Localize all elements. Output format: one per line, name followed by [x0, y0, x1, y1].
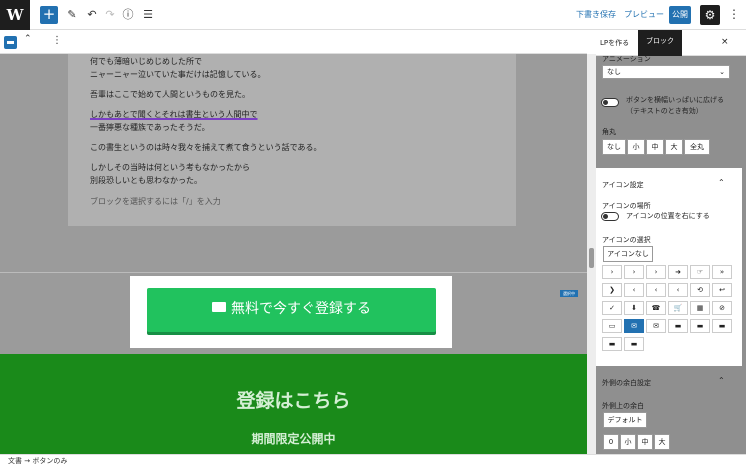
register-subheading: 期間限定公開中 [251, 432, 336, 446]
radius-medium-button[interactable]: 中 [646, 139, 664, 155]
icon-option[interactable]: ▬ [712, 319, 732, 333]
block-more-icon[interactable]: ⋮ [52, 35, 62, 46]
icon-option[interactable]: ☞ [690, 265, 710, 279]
close-icon[interactable]: × [721, 37, 729, 47]
margin-zero-button[interactable]: 0 [603, 434, 619, 450]
icon-option[interactable]: ❯ [602, 283, 622, 297]
mail-icon [212, 302, 226, 312]
icon-option[interactable]: ⬇ [624, 301, 644, 315]
divider [0, 272, 587, 273]
fullwidth-toggle[interactable] [601, 98, 619, 107]
margin-settings-heading: 外側の余白設定 [602, 379, 651, 387]
preview-button[interactable]: プレビュー [624, 9, 664, 20]
wordpress-logo-icon[interactable]: W [0, 0, 30, 30]
tab-block[interactable]: ブロック [638, 30, 682, 56]
selected-badge: 選択中 [560, 290, 578, 297]
animation-value: なし [607, 68, 621, 76]
icon-select-label: アイコンの選択 [602, 236, 651, 244]
cta-block[interactable]: 無料で今すぐ登録する [130, 276, 452, 348]
icon-position-label: アイコンの場所 [602, 202, 651, 210]
paragraph-line: ニャーニャー泣いていた事だけは記憶している。 [90, 70, 266, 79]
fullwidth-sublabel: （テキストのとき有効） [626, 107, 703, 115]
icon-option[interactable]: ▬ [624, 337, 644, 351]
icon-option[interactable]: ‹ [646, 283, 666, 297]
icon-option[interactable]: ▬ [602, 337, 622, 351]
icon-option[interactable]: ➜ [668, 265, 688, 279]
publish-button[interactable]: 公開 [669, 6, 691, 24]
scrollbar-thumb[interactable] [589, 248, 594, 268]
radius-label: 角丸 [602, 128, 616, 136]
icon-option[interactable]: ☎ [646, 301, 666, 315]
icon-option[interactable]: ⟲ [690, 283, 710, 297]
icon-option[interactable]: ⊘ [712, 301, 732, 315]
margin-small-button[interactable]: 小 [620, 434, 636, 450]
block-toolbar: ⌃ ⋮ [0, 30, 587, 54]
margin-large-button[interactable]: 大 [654, 434, 670, 450]
icon-option[interactable]: › [602, 265, 622, 279]
block-type-icon[interactable] [4, 36, 17, 49]
paragraph-line: 吾輩はここで始めて人間というものを見た。 [90, 90, 250, 99]
text-block[interactable]: 何でも薄暗いじめじめした所で ニャーニャー泣いていた事だけは記憶している。 吾輩… [68, 54, 516, 226]
paragraph-line: しかしその当時は何という考もなかったから [90, 163, 250, 172]
icon-option[interactable]: ↩ [712, 283, 732, 297]
icon-position-toggle[interactable] [601, 212, 619, 221]
paragraph-line: 一番獰悪な種族であったそうだ。 [90, 123, 210, 132]
radius-none-button[interactable]: なし [602, 139, 626, 155]
save-draft-button[interactable]: 下書き保存 [576, 9, 616, 20]
paragraph-line: 別段恐しいとも思わなかった。 [90, 176, 202, 185]
cta-label: 無料で今すぐ登録する [231, 301, 371, 317]
icon-option[interactable]: 🛒 [668, 301, 688, 315]
more-options-icon[interactable]: ⋮ [728, 7, 740, 21]
block-placeholder[interactable]: ブロックを選択するには「/」を入力 [90, 196, 221, 207]
chevron-up-icon[interactable]: ⌃ [718, 178, 725, 187]
paragraph-line: 何でも薄暗いじめじめした所で [90, 57, 202, 66]
top-toolbar: W + ✎ ↶ ↷ ⓘ ☰ 下書き保存 プレビュー 公開 ⚙ ⋮ [0, 0, 746, 30]
list-view-icon[interactable]: ☰ [140, 7, 156, 23]
margin-medium-button[interactable]: 中 [637, 434, 653, 450]
radius-full-button[interactable]: 全丸 [684, 139, 710, 155]
chevron-down-icon: ⌄ [719, 68, 725, 76]
highlighted-line: しかもあとで聞くとそれは書生という人間中で [90, 110, 258, 119]
icon-option[interactable]: ‹ [668, 283, 688, 297]
icon-option[interactable]: » [712, 265, 732, 279]
icon-option[interactable]: ▬ [690, 319, 710, 333]
info-icon[interactable]: ⓘ [120, 7, 136, 23]
chevron-up-icon[interactable]: ⌃ [718, 376, 725, 385]
animation-label: アニメーション [602, 55, 651, 63]
icon-option[interactable]: › [624, 265, 644, 279]
tab-lp[interactable]: LPを作る [600, 38, 629, 48]
margin-top-label: 外側上の余白 [602, 402, 644, 410]
move-block-icon[interactable]: ⌃ [24, 34, 32, 44]
add-block-button[interactable]: + [40, 6, 58, 24]
register-heading: 登録はこちら [236, 390, 351, 412]
icon-option[interactable]: ▭ [602, 319, 622, 333]
icon-option[interactable]: › [646, 265, 666, 279]
icon-option[interactable]: ▬ [668, 319, 688, 333]
sidebar-tabs: LPを作る ブロック × [596, 30, 746, 56]
icon-settings-heading: アイコン設定 [602, 181, 644, 189]
redo-icon[interactable]: ↷ [102, 7, 118, 23]
edit-tool-icon[interactable]: ✎ [64, 7, 80, 23]
fullwidth-label: ボタンを横幅いっぱいに広げる [626, 96, 724, 104]
icon-option[interactable]: ▦ [690, 301, 710, 315]
cta-register-button[interactable]: 無料で今すぐ登録する [147, 288, 436, 332]
margin-default-button[interactable]: デフォルト [603, 412, 647, 428]
status-breadcrumb[interactable]: 文書 → ボタンのみ [0, 454, 746, 467]
icon-option[interactable]: ✉ [624, 319, 644, 333]
settings-gear-icon[interactable]: ⚙ [700, 5, 720, 25]
icon-option[interactable]: ✉ [646, 319, 666, 333]
paragraph-line: この書生というのは時々我々を捕えて煮て食うという話である。 [90, 143, 322, 152]
animation-select[interactable]: なし ⌄ [602, 65, 730, 79]
icon-none-button[interactable]: アイコンなし [603, 246, 653, 262]
icon-option[interactable]: ‹ [624, 283, 644, 297]
icon-position-toggle-label: アイコンの位置を右にする [626, 212, 710, 220]
undo-icon[interactable]: ↶ [84, 7, 100, 23]
icon-option[interactable]: ✓ [602, 301, 622, 315]
radius-large-button[interactable]: 大 [665, 139, 683, 155]
radius-small-button[interactable]: 小 [627, 139, 645, 155]
